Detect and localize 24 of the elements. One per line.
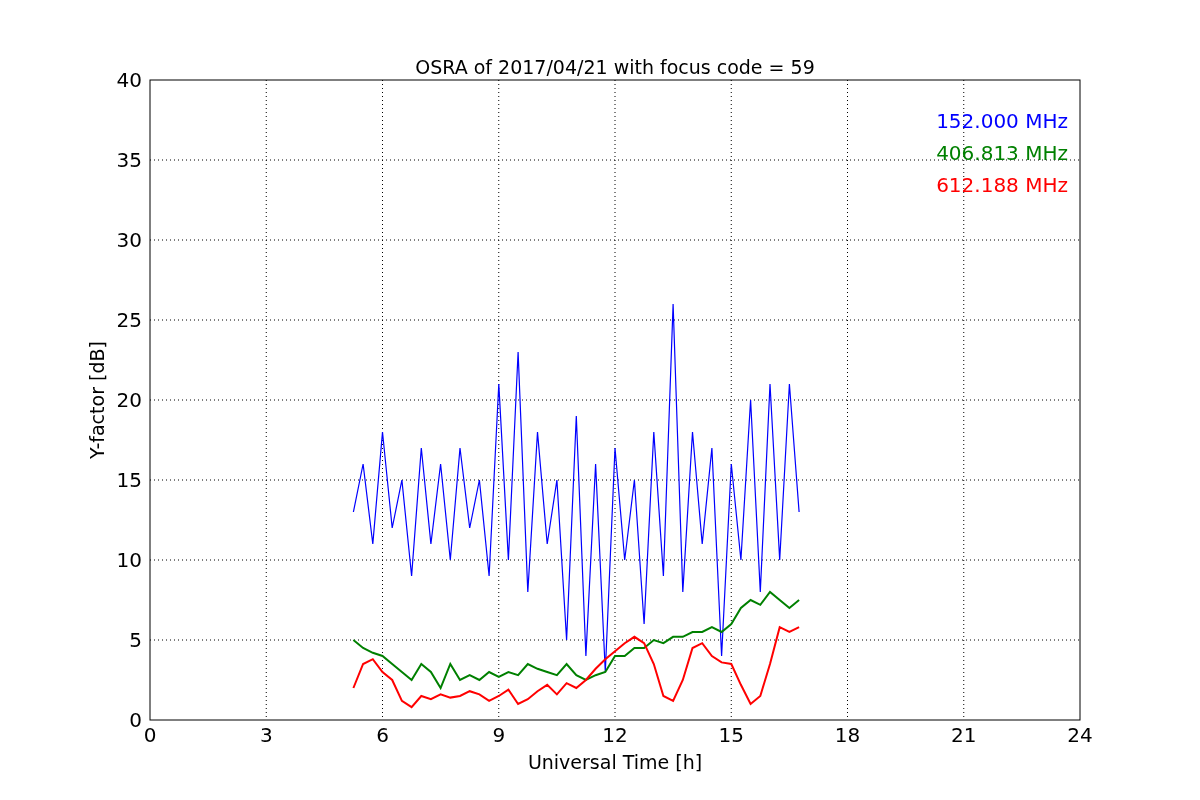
- y-tick-label: 40: [116, 68, 142, 92]
- y-tick-label: 15: [116, 468, 142, 492]
- legend-label: 152.000 MHz: [936, 109, 1068, 133]
- x-tick-label: 12: [602, 723, 628, 747]
- x-tick-label: 3: [259, 723, 273, 747]
- chart-title: OSRA of 2017/04/21 with focus code = 59: [415, 56, 815, 78]
- y-tick-label: 35: [116, 148, 142, 172]
- x-tick-label: 15: [718, 723, 744, 747]
- x-tick-label: 24: [1067, 723, 1093, 747]
- y-tick-label: 25: [116, 308, 142, 332]
- x-tick-label: 6: [376, 723, 389, 747]
- x-tick-label: 21: [951, 723, 977, 747]
- y-tick-label: 30: [116, 228, 142, 252]
- y-tick-label: 5: [129, 628, 142, 652]
- y-tick-label: 10: [116, 548, 142, 572]
- x-tick-label: 18: [834, 723, 861, 747]
- x-axis-label: Universal Time [h]: [527, 751, 703, 773]
- legend-label: 612.188 MHz: [936, 173, 1068, 197]
- y-tick-label: 20: [116, 388, 142, 412]
- x-tick-label: 0: [143, 723, 157, 747]
- y-tick-label: 0: [129, 708, 142, 732]
- x-tick-label: 9: [492, 723, 506, 747]
- y-axis-label: Y-factor [dB]: [86, 341, 108, 459]
- legend-label: 406.813 MHz: [936, 141, 1068, 165]
